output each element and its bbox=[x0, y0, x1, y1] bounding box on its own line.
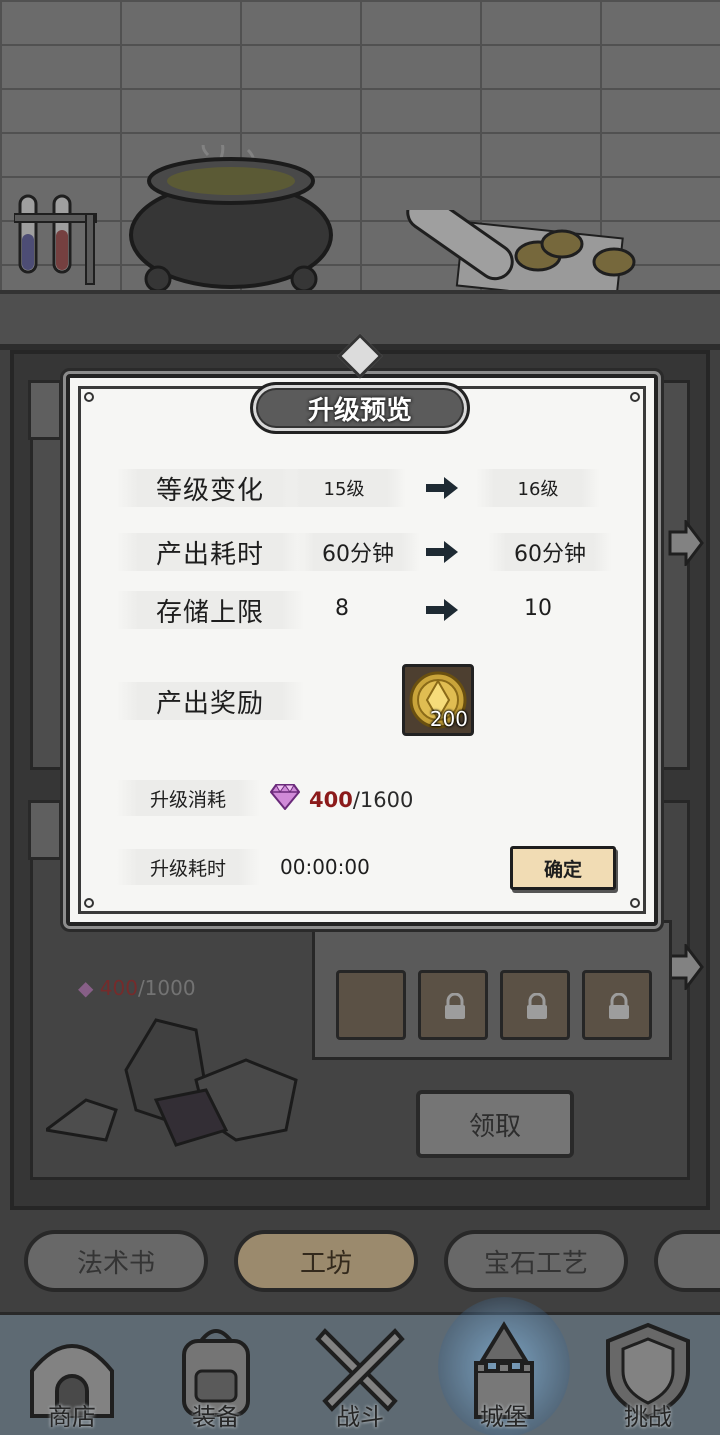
background-cost-current: 400 bbox=[99, 976, 138, 1000]
gem-icon: ◆ bbox=[78, 976, 94, 1000]
inventory-slot-locked bbox=[418, 970, 488, 1040]
side-tab-upper[interactable] bbox=[28, 380, 62, 440]
inventory-slot-locked bbox=[582, 970, 652, 1040]
inventory-slot[interactable] bbox=[336, 970, 406, 1040]
arrow-right-icon bbox=[426, 477, 458, 499]
storage-to: 10 bbox=[524, 595, 552, 621]
nav-challenge[interactable]: 挑战 bbox=[576, 1315, 720, 1435]
upgrade-duration-value: 00:00:00 bbox=[280, 855, 370, 879]
nav-shop[interactable]: 商店 bbox=[0, 1315, 144, 1435]
upgrade-cost-value: 400/1600 bbox=[309, 788, 413, 812]
level-from: 15级 bbox=[282, 469, 406, 507]
nav-equipment[interactable]: 装备 bbox=[144, 1315, 288, 1435]
arrow-right-icon[interactable] bbox=[668, 520, 704, 566]
reward-item[interactable]: 200 bbox=[402, 664, 474, 736]
tab-more[interactable] bbox=[654, 1230, 720, 1292]
claim-button[interactable]: 领取 bbox=[416, 1090, 574, 1158]
production-time-to: 60分钟 bbox=[488, 533, 612, 571]
tab-spellbook[interactable]: 法术书 bbox=[24, 1230, 208, 1292]
arrow-right-icon bbox=[426, 599, 458, 621]
tab-gem-craft[interactable]: 宝石工艺 bbox=[444, 1230, 628, 1292]
cost-required: /1600 bbox=[352, 788, 414, 812]
upgrade-cost-label: 升级消耗 bbox=[116, 780, 260, 816]
nav-label: 战斗 bbox=[336, 1403, 384, 1431]
inventory-slot-locked bbox=[500, 970, 570, 1040]
upgrade-duration-label: 升级耗时 bbox=[116, 849, 260, 885]
lock-icon bbox=[527, 993, 547, 1019]
reward-amount: 200 bbox=[429, 707, 468, 731]
row-label-production-time: 产出耗时 bbox=[116, 533, 304, 571]
corner-rivet bbox=[630, 392, 640, 402]
arrow-right-icon bbox=[426, 541, 458, 563]
storage-from: 8 bbox=[335, 595, 349, 621]
dialog-title-plate: 升级预览 bbox=[250, 382, 470, 434]
nav-castle[interactable]: 城堡 bbox=[432, 1297, 576, 1435]
confirm-button[interactable]: 确定 bbox=[510, 846, 616, 890]
dialog-inner-border bbox=[78, 386, 646, 914]
arrow-right-icon[interactable] bbox=[668, 944, 704, 990]
test-tubes-icon bbox=[14, 194, 97, 285]
row-label-reward: 产出奖励 bbox=[116, 682, 304, 720]
lock-icon bbox=[609, 993, 629, 1019]
production-time-from: 60分钟 bbox=[296, 533, 420, 571]
purple-gem-icon bbox=[270, 784, 300, 810]
background-cost: ◆ 400/1000 bbox=[78, 976, 196, 1000]
nav-label: 商店 bbox=[48, 1403, 96, 1431]
nav-battle[interactable]: 战斗 bbox=[288, 1315, 432, 1435]
nav-label: 城堡 bbox=[480, 1403, 528, 1431]
upgrade-preview-dialog bbox=[66, 374, 658, 926]
cost-current: 400 bbox=[309, 788, 353, 812]
level-to: 16级 bbox=[476, 469, 600, 507]
cauldron-icon bbox=[129, 145, 333, 293]
ore-crystal-icon bbox=[46, 1018, 298, 1147]
corner-rivet bbox=[84, 392, 94, 402]
dialog-title: 升级预览 bbox=[307, 395, 412, 426]
row-label-level: 等级变化 bbox=[116, 469, 304, 507]
nav-label: 装备 bbox=[192, 1403, 240, 1431]
lock-icon bbox=[445, 993, 465, 1019]
tab-workshop[interactable]: 工坊 bbox=[234, 1230, 418, 1292]
nav-label: 挑战 bbox=[624, 1403, 672, 1431]
corner-rivet bbox=[84, 898, 94, 908]
row-label-storage: 存储上限 bbox=[116, 591, 304, 629]
background-cost-required: /1000 bbox=[137, 976, 196, 1000]
corner-rivet bbox=[630, 898, 640, 908]
bottom-nav: 商店 装备 战斗 城堡 挑战 bbox=[0, 1297, 720, 1435]
side-tab-lower[interactable] bbox=[28, 800, 62, 860]
